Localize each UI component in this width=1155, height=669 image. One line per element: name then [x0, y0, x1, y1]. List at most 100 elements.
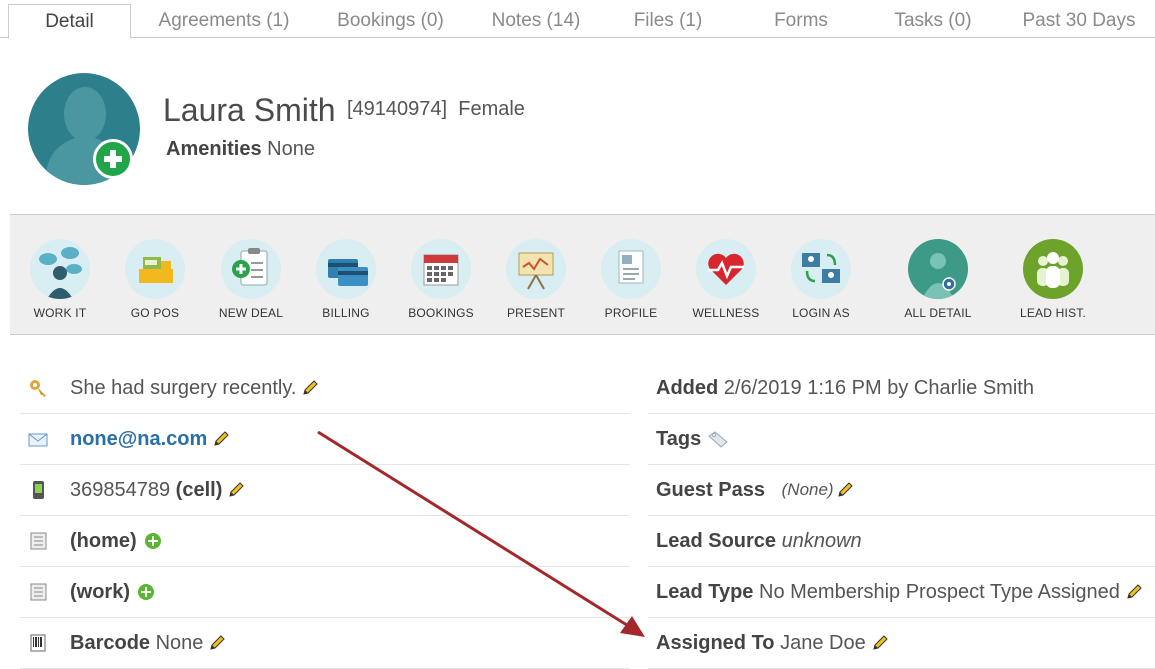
- edit-email-pencil-icon[interactable]: [212, 430, 230, 448]
- profile-document-icon: [618, 250, 644, 284]
- edit-guest-pass-pencil-icon[interactable]: [836, 481, 854, 499]
- wellness-icon-wrap: [696, 239, 756, 299]
- profile-icon-wrap: [601, 239, 661, 299]
- switch-user-icon: [802, 253, 840, 283]
- edit-note-pencil-icon[interactable]: [301, 379, 319, 397]
- person-name: Laura Smith: [163, 92, 336, 128]
- amenities-value: None: [267, 138, 315, 160]
- assigned-to-row: Assigned To Jane Doe: [648, 618, 1155, 669]
- new-deal-icon-wrap: [221, 239, 281, 299]
- profile-button[interactable]: PROFILE: [586, 239, 676, 320]
- bookings-label: BOOKINGS: [408, 306, 474, 320]
- billing-button[interactable]: BILLING: [301, 239, 391, 320]
- tab-files[interactable]: Files (1): [612, 4, 724, 38]
- lead-source-value: unknown: [781, 529, 862, 552]
- bookings-button[interactable]: BOOKINGS: [396, 239, 486, 320]
- heartbeat-icon: [708, 253, 744, 285]
- new-deal-label: NEW DEAL: [218, 306, 284, 320]
- note-text: She had surgery recently.: [70, 376, 297, 399]
- wellness-label: WELLNESS: [692, 306, 760, 320]
- envelope-icon: [28, 429, 48, 449]
- work-it-label: WORK IT: [33, 306, 87, 320]
- note-row: She had surgery recently.: [20, 363, 630, 414]
- amenities-label: Amenities: [166, 138, 262, 160]
- tab-bookings[interactable]: Bookings (0): [318, 4, 463, 38]
- billing-icon-wrap: [316, 239, 376, 299]
- tab-bar: Detail Agreements (1) Bookings (0) Notes…: [0, 0, 1155, 39]
- phone-row: 369854789 (cell): [20, 465, 630, 516]
- added-label: Added: [656, 376, 719, 399]
- lead-type-value: No Membership Prospect Type Assigned: [759, 580, 1120, 603]
- barcode-value: None: [155, 631, 204, 654]
- home-phone-row: (home): [20, 516, 630, 567]
- chat-person-icon: [39, 247, 82, 299]
- work-phone-row: (work): [20, 567, 630, 618]
- edit-assigned-to-pencil-icon[interactable]: [871, 634, 889, 652]
- phonebook-icon: [28, 531, 48, 551]
- tab-agreements[interactable]: Agreements (1): [140, 4, 308, 38]
- barcode-row: Barcode None: [20, 618, 630, 669]
- tab-forms[interactable]: Forms: [748, 4, 854, 38]
- wellness-button[interactable]: WELLNESS: [681, 239, 771, 320]
- edit-barcode-pencil-icon[interactable]: [208, 634, 226, 652]
- assigned-to-label: Assigned To: [656, 631, 775, 654]
- plus-icon: [104, 150, 122, 168]
- mobile-phone-icon: [28, 480, 48, 500]
- edit-phone-pencil-icon[interactable]: [227, 481, 245, 499]
- home-phone-label: (home): [70, 529, 137, 552]
- guest-pass-value: (None): [781, 480, 834, 499]
- work-it-icon-wrap: [30, 239, 90, 299]
- lead-history-icon-wrap: [1023, 239, 1083, 299]
- tags-label: Tags: [656, 427, 702, 450]
- add-photo-button[interactable]: [93, 139, 133, 179]
- add-work-phone-icon[interactable]: [138, 584, 154, 600]
- add-home-phone-icon[interactable]: [144, 533, 161, 549]
- all-detail-label: ALL DETAIL: [904, 306, 972, 320]
- edit-lead-type-pencil-icon[interactable]: [1125, 583, 1143, 601]
- barcode-icon: [28, 633, 48, 653]
- tab-past-30-days[interactable]: Past 30 Days: [1006, 4, 1152, 38]
- billing-label: BILLING: [322, 306, 370, 320]
- barcode-label: Barcode: [70, 631, 151, 654]
- person-id-gender: [49140974] Female: [347, 98, 525, 121]
- person-id: [49140974]: [347, 98, 448, 120]
- key-icon: [28, 378, 48, 398]
- presentation-board-icon: [518, 252, 554, 290]
- action-toolbar: WORK IT GO POS NEW DEAL BILLING BOOKINGS…: [10, 214, 1155, 335]
- lead-type-row: Lead Type No Membership Prospect Type As…: [648, 567, 1155, 618]
- guest-pass-row: Guest Pass (None): [648, 465, 1155, 516]
- login-as-icon-wrap: [791, 239, 851, 299]
- go-pos-label: GO POS: [130, 306, 180, 320]
- email-link[interactable]: none@na.com: [70, 428, 207, 451]
- bookings-icon-wrap: [411, 239, 471, 299]
- present-label: PRESENT: [506, 306, 566, 320]
- login-as-label: LOGIN AS: [792, 306, 850, 320]
- tag-icon[interactable]: [707, 430, 729, 448]
- new-deal-button[interactable]: NEW DEAL: [206, 239, 296, 320]
- assigned-to-value: Jane Doe: [780, 631, 866, 654]
- credit-card-icon: [328, 259, 368, 286]
- phone-type: (cell): [175, 478, 223, 501]
- tags-row: Tags: [648, 414, 1155, 465]
- phonebook-icon: [28, 582, 48, 602]
- tab-tasks[interactable]: Tasks (0): [876, 4, 990, 38]
- lead-history-button[interactable]: LEAD HIST.: [1008, 239, 1098, 320]
- go-pos-icon-wrap: [125, 239, 185, 299]
- added-value: 2/6/2019 1:16 PM by Charlie Smith: [723, 376, 1034, 399]
- guest-pass-label: Guest Pass: [656, 478, 765, 501]
- present-button[interactable]: PRESENT: [491, 239, 581, 320]
- tab-detail[interactable]: Detail: [8, 4, 131, 39]
- go-pos-button[interactable]: GO POS: [110, 239, 200, 320]
- login-as-button[interactable]: LOGIN AS: [776, 239, 866, 320]
- lead-source-row: Lead Source unknown: [648, 516, 1155, 567]
- work-it-button[interactable]: WORK IT: [15, 239, 105, 320]
- email-row: none@na.com: [20, 414, 630, 465]
- cash-register-icon: [139, 257, 173, 283]
- all-detail-button[interactable]: ALL DETAIL: [893, 239, 983, 320]
- amenities: Amenities None: [166, 138, 315, 161]
- lead-type-label: Lead Type: [656, 580, 754, 603]
- person-gear-icon: [922, 253, 956, 299]
- profile-label: PROFILE: [604, 306, 658, 320]
- tab-notes[interactable]: Notes (14): [472, 4, 600, 38]
- avatar-head-shape: [64, 87, 106, 141]
